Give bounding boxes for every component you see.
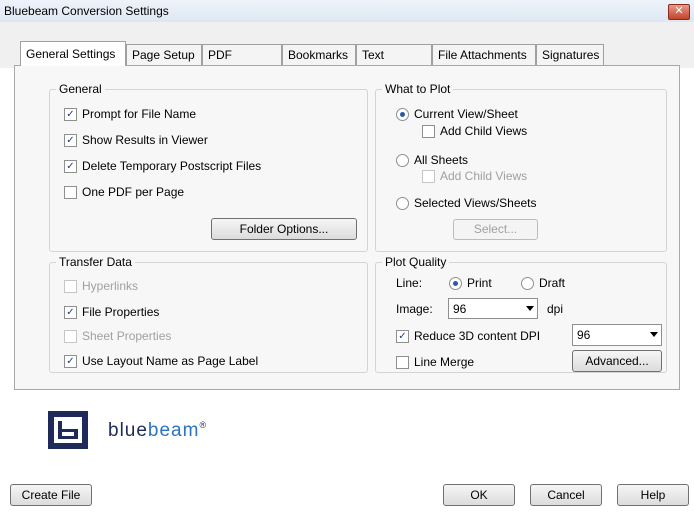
chevron-down-icon bbox=[526, 306, 534, 311]
settings-panel: General ✓ Prompt for File Name ✓ Show Re… bbox=[14, 65, 680, 390]
ok-button[interactable]: OK bbox=[443, 484, 515, 506]
print-label: Print bbox=[467, 276, 492, 290]
all-sheets-radio[interactable]: All Sheets bbox=[396, 153, 468, 167]
tab-general-settings[interactable]: General Settings bbox=[20, 41, 126, 66]
advanced-button[interactable]: Advanced... bbox=[572, 350, 662, 372]
transfer-legend: Transfer Data bbox=[56, 255, 135, 269]
tab-pdf-security[interactable]: PDF Security bbox=[202, 44, 282, 83]
show-results-checkbox[interactable]: ✓ Show Results in Viewer bbox=[64, 133, 208, 147]
layout-name-checkbox[interactable]: ✓ Use Layout Name as Page Label bbox=[64, 354, 258, 368]
unchecked-box bbox=[64, 279, 77, 293]
sheet-properties-checkbox[interactable]: Sheet Properties bbox=[64, 329, 171, 343]
what-to-plot-legend: What to Plot bbox=[382, 82, 454, 96]
title-bar: Bluebeam Conversion Settings ✕ bbox=[0, 0, 694, 23]
current-view-radio[interactable]: Current View/Sheet bbox=[396, 107, 518, 121]
brand-registered-mark: ® bbox=[199, 420, 208, 430]
radio-unselected-icon bbox=[396, 153, 409, 167]
select-button[interactable]: Select... bbox=[453, 219, 538, 240]
check-icon: ✓ bbox=[64, 305, 77, 319]
all-sheets-label: All Sheets bbox=[414, 153, 469, 167]
close-button[interactable]: ✕ bbox=[668, 4, 690, 20]
layout-name-label: Use Layout Name as Page Label bbox=[82, 354, 259, 368]
file-properties-checkbox[interactable]: ✓ File Properties bbox=[64, 305, 159, 319]
tab-strip: General Settings Page Setup PDF Security… bbox=[0, 22, 694, 83]
one-pdf-per-page-checkbox[interactable]: One PDF per Page bbox=[64, 185, 184, 199]
general-legend: General bbox=[56, 82, 105, 96]
sheet-properties-label: Sheet Properties bbox=[82, 329, 172, 343]
cancel-button[interactable]: Cancel bbox=[530, 484, 602, 506]
prompt-file-name-checkbox[interactable]: ✓ Prompt for File Name bbox=[64, 107, 196, 121]
dpi-label: dpi bbox=[547, 302, 564, 316]
line-label: Line: bbox=[396, 276, 423, 290]
reduce-3d-dpi-select[interactable]: 96 bbox=[572, 324, 662, 346]
hyperlinks-checkbox[interactable]: Hyperlinks bbox=[64, 279, 138, 293]
current-view-label: Current View/Sheet bbox=[414, 107, 518, 121]
reduce-3d-checkbox[interactable]: ✓ Reduce 3D content DPI bbox=[396, 329, 540, 343]
general-group: General ✓ Prompt for File Name ✓ Show Re… bbox=[49, 82, 368, 252]
draft-label: Draft bbox=[539, 276, 566, 290]
radio-unselected-icon bbox=[396, 196, 409, 210]
check-icon: ✓ bbox=[396, 329, 409, 343]
line-merge-checkbox[interactable]: Line Merge bbox=[396, 355, 474, 369]
radio-selected-icon bbox=[449, 276, 462, 290]
what-to-plot-group: What to Plot Current View/Sheet Add Chil… bbox=[375, 82, 667, 252]
reduce-3d-label: Reduce 3D content DPI bbox=[414, 329, 541, 343]
brand-wordmark: bluebeam® bbox=[108, 420, 207, 442]
one-pdf-label: One PDF per Page bbox=[82, 185, 185, 199]
delete-temp-checkbox[interactable]: ✓ Delete Temporary Postscript Files bbox=[64, 159, 261, 173]
radio-unselected-icon bbox=[521, 276, 534, 290]
hyperlinks-label: Hyperlinks bbox=[82, 279, 139, 293]
image-label: Image: bbox=[396, 302, 433, 316]
tab-file-attachments[interactable]: File Attachments bbox=[432, 44, 536, 65]
folder-options-button[interactable]: Folder Options... bbox=[211, 218, 357, 240]
chevron-down-icon bbox=[650, 332, 658, 337]
file-properties-label: File Properties bbox=[82, 305, 160, 319]
selected-views-radio[interactable]: Selected Views/Sheets bbox=[396, 196, 537, 210]
unchecked-box bbox=[422, 169, 435, 183]
radio-selected-icon bbox=[396, 107, 409, 121]
plot-quality-legend: Plot Quality bbox=[382, 255, 450, 269]
create-file-button[interactable]: Create File bbox=[10, 484, 92, 506]
add-child-views-disabled-checkbox[interactable]: Add Child Views bbox=[422, 169, 527, 183]
brand-part-blue: blue bbox=[108, 420, 148, 441]
check-icon: ✓ bbox=[64, 107, 77, 121]
check-icon: ✓ bbox=[64, 159, 77, 173]
window-title: Bluebeam Conversion Settings bbox=[4, 4, 169, 18]
selected-views-label: Selected Views/Sheets bbox=[414, 196, 537, 210]
tab-text-stamps[interactable]: Text Stamps bbox=[356, 44, 432, 83]
image-dpi-value: 96 bbox=[453, 302, 467, 316]
check-icon: ✓ bbox=[64, 133, 77, 147]
tab-signatures[interactable]: Signatures bbox=[536, 44, 604, 65]
help-button[interactable]: Help bbox=[617, 484, 689, 506]
image-dpi-select[interactable]: 96 bbox=[448, 298, 538, 319]
show-results-label: Show Results in Viewer bbox=[82, 133, 208, 147]
unchecked-box bbox=[64, 329, 77, 343]
add-child-views-checkbox[interactable]: Add Child Views bbox=[422, 124, 527, 138]
bluebeam-logo-icon bbox=[48, 411, 88, 449]
plot-quality-group: Plot Quality Line: Print Draft Image: 96… bbox=[375, 255, 667, 373]
print-radio[interactable]: Print bbox=[449, 276, 492, 290]
add-child-views-label: Add Child Views bbox=[440, 124, 528, 138]
draft-radio[interactable]: Draft bbox=[521, 276, 565, 290]
add-child-views-disabled-label: Add Child Views bbox=[440, 169, 528, 183]
unchecked-box bbox=[64, 185, 77, 199]
delete-temp-label: Delete Temporary Postscript Files bbox=[82, 159, 262, 173]
check-icon: ✓ bbox=[64, 354, 77, 368]
tab-page-setup[interactable]: Page Setup bbox=[126, 44, 202, 65]
unchecked-box bbox=[422, 124, 435, 138]
transfer-data-group: Transfer Data Hyperlinks ✓ File Properti… bbox=[49, 255, 368, 373]
unchecked-box bbox=[396, 355, 409, 369]
reduce-3d-dpi-value: 96 bbox=[577, 328, 591, 342]
line-merge-label: Line Merge bbox=[414, 355, 475, 369]
prompt-file-name-label: Prompt for File Name bbox=[82, 107, 197, 121]
tab-bookmarks[interactable]: Bookmarks bbox=[282, 44, 356, 65]
brand-part-beam: beam bbox=[147, 420, 200, 441]
